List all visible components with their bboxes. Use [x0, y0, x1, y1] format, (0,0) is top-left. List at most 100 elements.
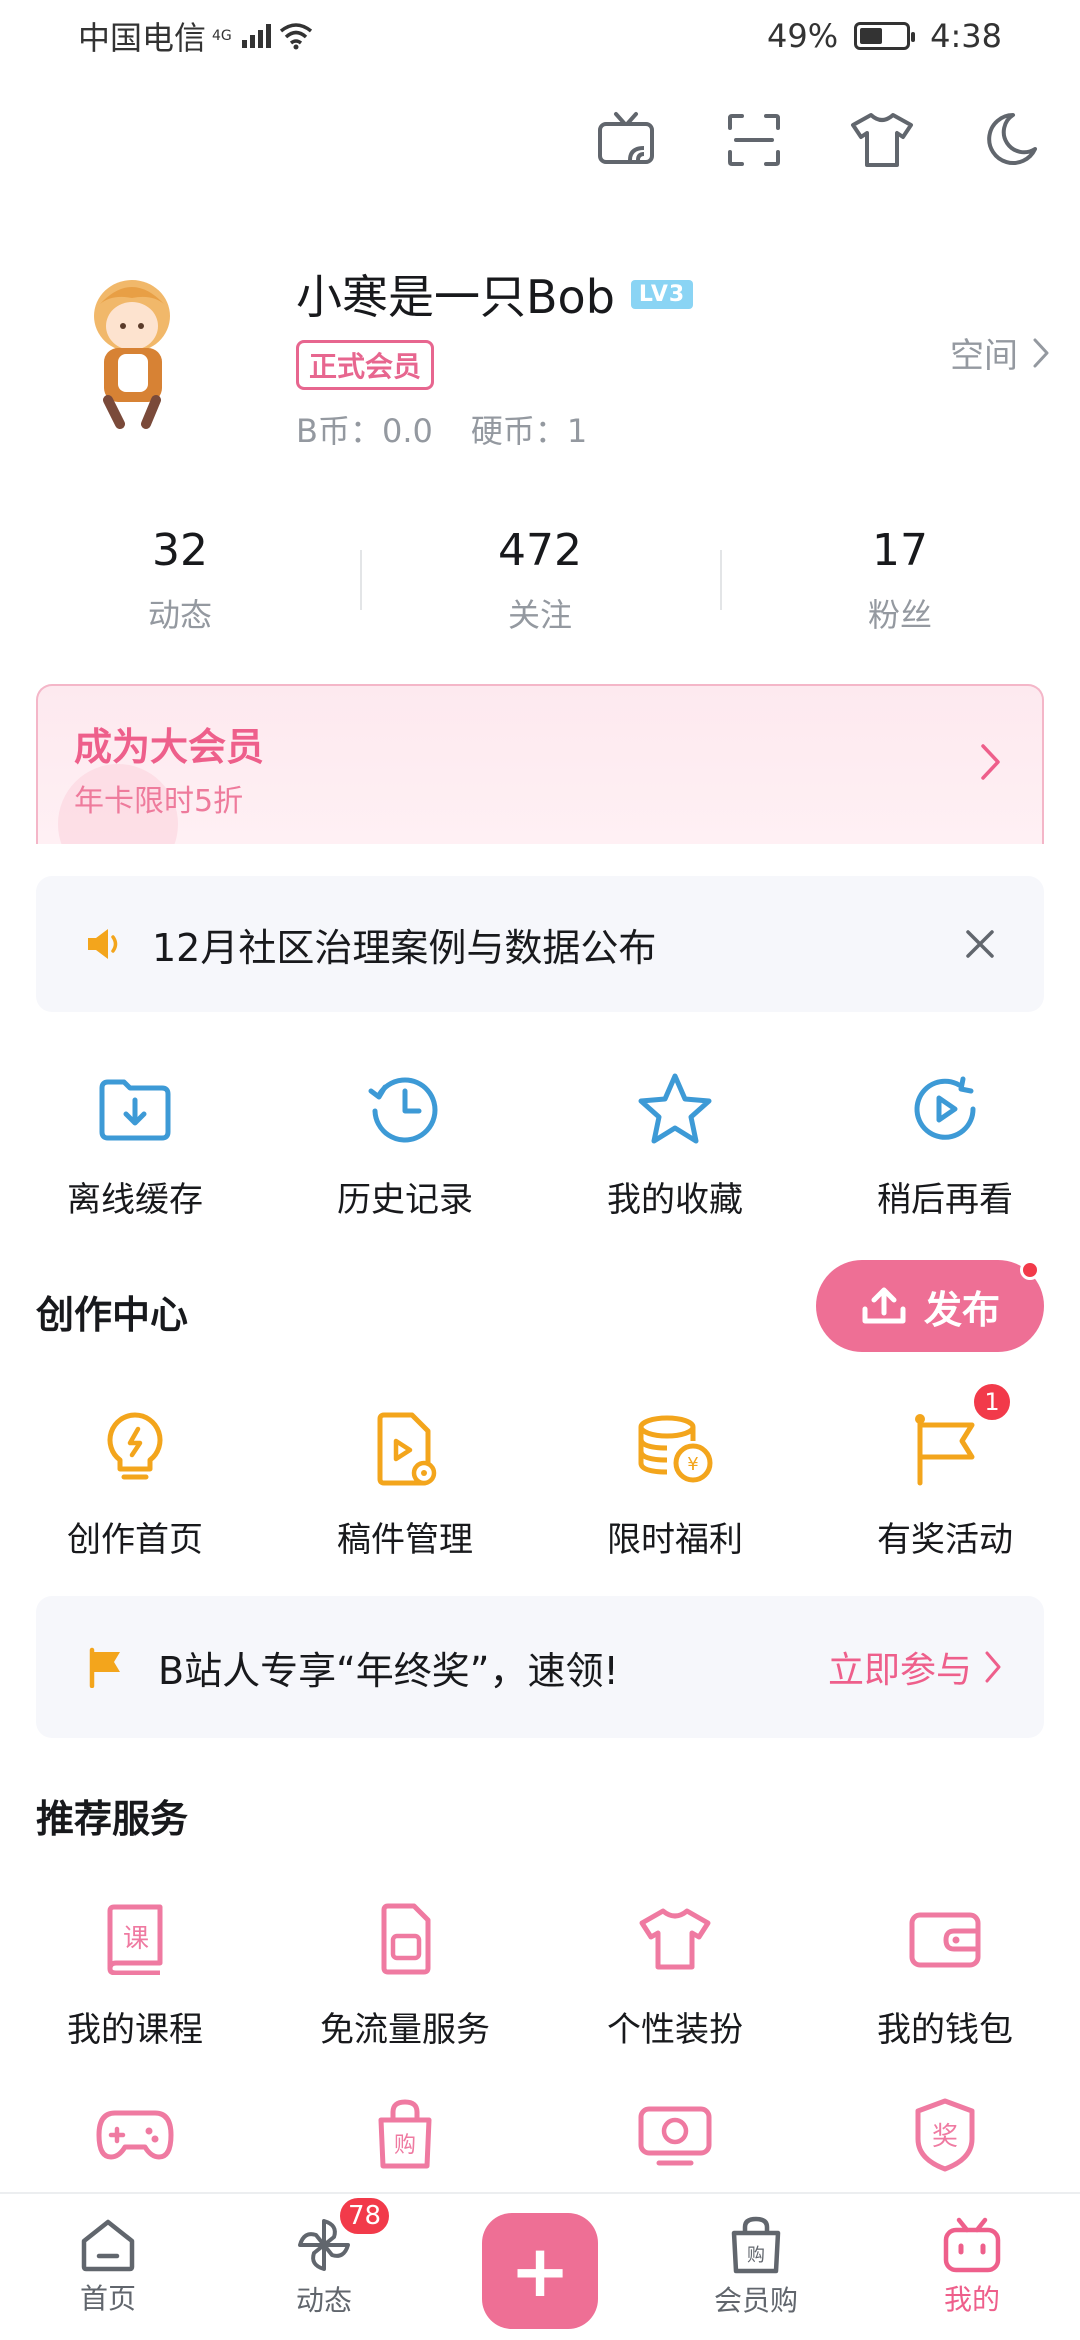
stat-value: 32 [152, 524, 208, 576]
clock: 4:38 [930, 17, 1002, 55]
download-folder-icon [90, 1064, 180, 1154]
tv-cast-icon[interactable] [586, 100, 666, 180]
nav-dynamics[interactable]: 动态 78 [216, 2194, 432, 2340]
battery-icon [854, 22, 916, 50]
quick-action-label: 历史记录 [337, 1180, 473, 1220]
svg-text:购: 购 [747, 2245, 765, 2266]
nav-create[interactable]: + [432, 2194, 648, 2340]
nav-label: 我的 [943, 2283, 1000, 2316]
status-left: 中国电信 4G [78, 13, 313, 59]
creation-center-title: 创作中心 [36, 1293, 189, 1337]
service-label: 个性装扮 [607, 2010, 743, 2050]
lightbulb-icon [90, 1404, 180, 1494]
service-personal-dress[interactable]: 个性装扮 [540, 1894, 810, 2051]
svg-text:购: 购 [394, 2133, 416, 2158]
notice-bar[interactable]: 12月社区治理案例与数据公布 [36, 876, 1044, 1012]
course-book-icon: 课 [90, 1894, 180, 1984]
quick-action-watch-later[interactable]: 稍后再看 [810, 1064, 1080, 1221]
reward-activities[interactable]: 1 有奖活动 [810, 1382, 1080, 1561]
vip-badge[interactable]: 正式会员 [296, 340, 435, 390]
plus-icon: + [482, 2213, 598, 2329]
service-award[interactable]: 奖 [810, 2090, 1080, 2180]
dynamics-badge: 78 [338, 2196, 392, 2236]
shopping-bag-icon: 购 [360, 2090, 450, 2180]
vip-banner-title: 成为大会员 [74, 725, 265, 769]
manuscript-management[interactable]: 稿件管理 [270, 1404, 540, 1561]
creation-item-label: 限时福利 [607, 1520, 743, 1560]
stat-label: 粉丝 [867, 595, 932, 634]
quick-action-offline-cache[interactable]: 离线缓存 [0, 1064, 270, 1221]
chevron-right-icon [985, 1651, 1001, 1683]
theme-shirt-icon[interactable] [842, 100, 922, 180]
name-row: 小寒是一只Bob LV3 [296, 258, 694, 330]
upload-icon [862, 1287, 906, 1324]
gamepad-icon [90, 2090, 180, 2180]
username[interactable]: 小寒是一只Bob [296, 261, 615, 327]
vip-banner[interactable]: 成为大会员 年卡限时5折 [36, 684, 1044, 844]
bottom-nav: 首页 动态 78 + 购 会员购 我的 [0, 2192, 1080, 2340]
coins-row: B币：0.0 硬币：1 [296, 406, 693, 452]
profile-header: 小寒是一只Bob LV3 正式会员 B币：0.0 硬币：1 空间 [60, 258, 1050, 458]
stats-row: 32 动态 472 关注 17 粉丝 [0, 520, 1080, 640]
night-mode-icon[interactable] [970, 100, 1050, 180]
tv-mascot-icon [943, 2217, 1001, 2273]
notice-text: 12月社区治理案例与数据公布 [152, 925, 657, 970]
level-badge: LV3 [630, 279, 694, 309]
service-tv[interactable] [540, 2090, 810, 2180]
manuscript-icon [360, 1404, 450, 1494]
service-shopping[interactable]: 购 [270, 2090, 540, 2180]
quick-actions: 离线缓存 历史记录 我的收藏 稍后再看 [0, 1064, 1080, 1221]
nav-home[interactable]: 首页 [0, 2194, 216, 2340]
service-free-data[interactable]: 免流量服务 [270, 1894, 540, 2051]
stat-following[interactable]: 472 关注 [360, 520, 720, 640]
wallet-icon [900, 1894, 990, 1984]
svg-text:奖: 奖 [932, 2122, 958, 2152]
promo-join-link[interactable]: 立即参与 [828, 1641, 1002, 1693]
publish-label: 发布 [923, 1287, 1000, 1332]
history-clock-icon [360, 1064, 450, 1154]
nav-label: 动态 [295, 2284, 352, 2317]
creation-item-label: 创作首页 [67, 1520, 203, 1560]
speaker-icon [88, 929, 118, 959]
chevron-right-icon [1033, 338, 1049, 367]
avatar[interactable] [60, 264, 210, 444]
profile-info: 小寒是一只Bob LV3 正式会员 B币：0.0 硬币：1 [296, 258, 694, 452]
flag-icon: 1 [900, 1382, 1012, 1494]
stat-dynamics[interactable]: 32 动态 [0, 520, 360, 640]
service-label: 我的钱包 [877, 2010, 1013, 2050]
service-my-wallet[interactable]: 我的钱包 [810, 1894, 1080, 2051]
stat-value: 17 [872, 524, 928, 576]
nav-label: 会员购 [713, 2284, 798, 2317]
services-row: 课 我的课程 免流量服务 个性装扮 我的钱包 [0, 1894, 1080, 2051]
quick-action-favorites[interactable]: 我的收藏 [540, 1064, 810, 1221]
nav-mine[interactable]: 我的 [864, 2194, 1080, 2340]
limited-welfare[interactable]: ¥ 限时福利 [540, 1404, 810, 1561]
status-bar: 中国电信 4G 49% 4:38 [0, 0, 1080, 72]
creation-items: 创作首页 稿件管理 ¥ 限时福利 1 有奖活动 [0, 1382, 1080, 1561]
space-link-label: 空间 [950, 336, 1018, 376]
promo-action-label: 立即参与 [827, 1650, 972, 1691]
tv-screen-icon [630, 2090, 720, 2180]
close-icon[interactable] [964, 928, 996, 960]
vip-banner-subtitle: 年卡限时5折 [74, 784, 244, 819]
quick-action-history[interactable]: 历史记录 [270, 1064, 540, 1221]
stat-followers[interactable]: 17 粉丝 [720, 520, 1080, 640]
nav-label: 首页 [79, 2282, 136, 2315]
svg-text:课: 课 [123, 1924, 149, 1954]
shirt-icon [630, 1894, 720, 1984]
scan-icon[interactable] [714, 100, 794, 180]
notification-dot [1020, 1260, 1040, 1280]
publish-button[interactable]: 发布 [816, 1260, 1044, 1352]
service-label: 我的课程 [67, 2010, 203, 2050]
service-game[interactable] [0, 2090, 270, 2180]
creation-home[interactable]: 创作首页 [0, 1404, 270, 1561]
year-end-promo[interactable]: B站人专享“年终奖”，速领! 立即参与 [36, 1596, 1044, 1738]
coins-icon: ¥ [630, 1404, 720, 1494]
quick-action-label: 我的收藏 [607, 1180, 743, 1220]
sim-card-icon [360, 1894, 450, 1984]
nav-vip-shop[interactable]: 购 会员购 [648, 2194, 864, 2340]
service-my-courses[interactable]: 课 我的课程 [0, 1894, 270, 2051]
battery-percent: 49% [767, 17, 839, 55]
star-icon [630, 1064, 720, 1154]
space-link[interactable]: 空间 [950, 328, 1050, 377]
